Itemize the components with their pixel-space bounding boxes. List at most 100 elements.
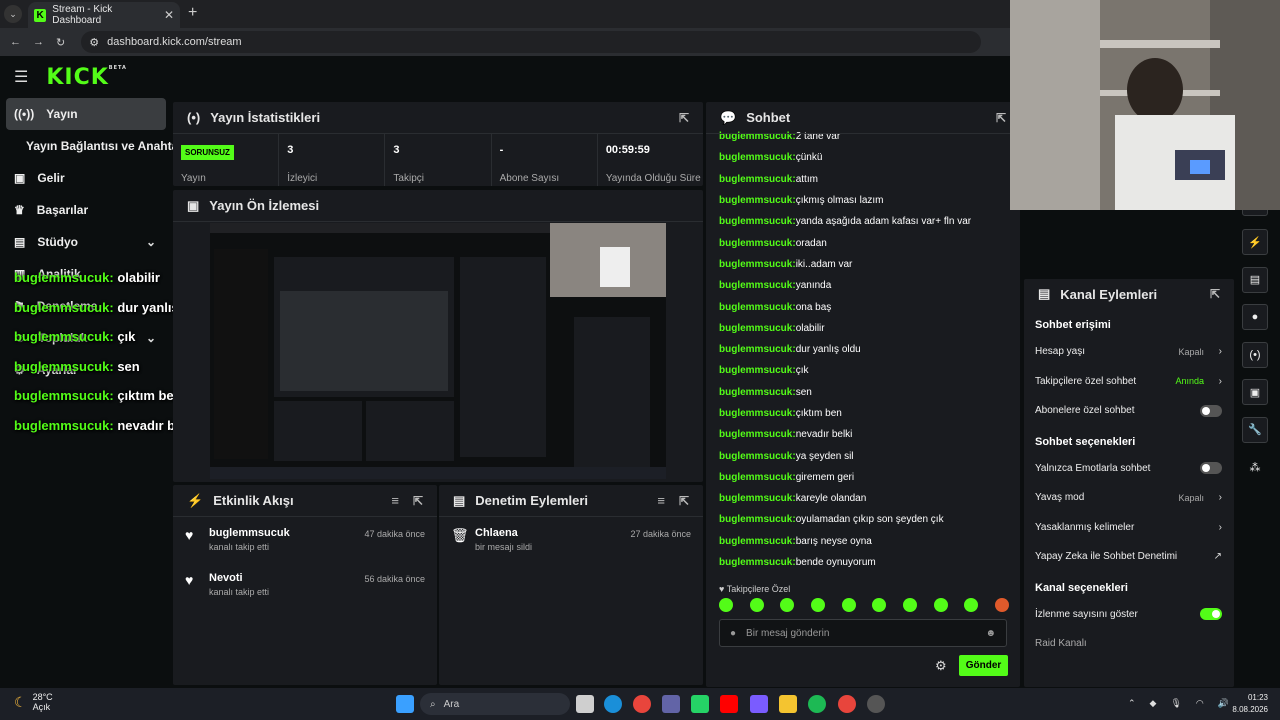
address-bar: ← → ↻ ⚙ dashboard.kick.com/stream	[0, 28, 1010, 56]
popout-icon[interactable]: ⇱	[679, 494, 689, 508]
menu-icon[interactable]: ☰	[14, 67, 28, 87]
extensions-icon[interactable]: ⁂	[1242, 454, 1268, 480]
forward-icon[interactable]: →	[33, 36, 44, 48]
subscribers-chat-row: Abonelere özel sohbet	[1024, 396, 1234, 426]
emote-icon[interactable]	[841, 598, 856, 612]
filter-icon[interactable]: ≡	[657, 493, 665, 508]
followers-only-indicator: ♥ Takipçilere Özel	[719, 584, 791, 594]
edge-icon[interactable]	[604, 695, 622, 713]
taskbar-search[interactable]: ⌕ Ara	[420, 693, 570, 715]
chat-input[interactable]: ● Bir mesaj gönderin ☻	[719, 619, 1007, 647]
emoji-icon[interactable]: ☻	[985, 628, 996, 639]
chat-message: buglemmsucuk: kareyle olandan	[719, 493, 867, 505]
moderation-actions-title: Denetim Eylemleri	[475, 493, 589, 508]
chat-message: buglemmsucuk: dur yanlış oldu	[719, 344, 861, 356]
teams-icon[interactable]	[662, 695, 680, 713]
back-icon[interactable]: ←	[10, 36, 21, 48]
start-icon[interactable]	[396, 695, 414, 713]
emote-icon[interactable]	[872, 598, 887, 612]
popout-icon[interactable]: ⇱	[996, 111, 1006, 125]
microphone-icon[interactable]: 🎙	[1170, 698, 1181, 709]
sidebar-item-achievements[interactable]: ♛ Başarılar	[0, 194, 172, 226]
emote-icon[interactable]	[810, 598, 825, 612]
heart-icon: ♥	[185, 527, 194, 543]
chat-message: buglemmsucuk: attım	[719, 173, 818, 185]
reload-icon[interactable]: ↻	[56, 36, 65, 49]
url-field[interactable]: ⚙ dashboard.kick.com/stream	[81, 31, 982, 53]
tab-title: Stream - Kick Dashboard	[52, 4, 113, 26]
sidebar-item-revenue[interactable]: ▣ Gelir	[0, 162, 172, 194]
document-icon: ▤	[453, 492, 466, 508]
app-icon[interactable]	[867, 695, 885, 713]
spotify-icon[interactable]	[808, 695, 826, 713]
subscribers-chat-toggle[interactable]	[1200, 404, 1222, 417]
lightning-icon[interactable]: ⚡	[1242, 229, 1268, 255]
chat-input-placeholder: Bir mesaj gönderin	[746, 627, 830, 639]
security-icon[interactable]: ◆	[1150, 698, 1157, 709]
emote-bar	[719, 598, 1009, 612]
copilot-icon[interactable]	[750, 695, 768, 713]
layout-icon[interactable]: ▣	[1242, 379, 1268, 405]
show-viewers-toggle[interactable]	[1200, 608, 1222, 621]
emote-icon[interactable]	[933, 598, 948, 612]
sidebar-item-stream[interactable]: ((•)) Yayın	[6, 98, 166, 130]
weather-widget[interactable]: ☾ 28°C Açık	[14, 692, 53, 712]
trash-icon: 🗑	[451, 527, 469, 543]
emote-icon[interactable]	[994, 598, 1009, 612]
emote-icon[interactable]	[719, 598, 733, 612]
popout-icon[interactable]: ⇱	[413, 494, 423, 508]
sidebar-item-studio[interactable]: ▤ Stüdyo ⌄	[0, 226, 172, 258]
chevron-up-icon[interactable]: ⌃	[1128, 698, 1136, 709]
stat-followers: 3 Takipçi	[385, 134, 492, 186]
taskbar-clock[interactable]: 01:23 8.08.2026	[1232, 692, 1268, 716]
tab-list-icon[interactable]: ⌄	[4, 5, 22, 23]
stream-preview-video[interactable]	[210, 223, 666, 479]
broadcast-icon: (•)	[187, 110, 201, 125]
revenue-icon: ▣	[14, 171, 26, 185]
channel-actions-header: ▤ Kanal Eylemleri ⇱	[1024, 279, 1234, 309]
filter-icon[interactable]: ≡	[391, 493, 399, 508]
raid-channel-row[interactable]: Raid Kanalı	[1024, 629, 1234, 659]
heart-icon: ♥	[185, 572, 194, 588]
popout-icon[interactable]: ⇱	[1210, 287, 1220, 301]
chrome-icon[interactable]	[633, 695, 651, 713]
broadcast-icon[interactable]: (•)	[1242, 341, 1268, 368]
account-age-row[interactable]: Hesap yaşı Kapalı ›	[1024, 337, 1234, 367]
chevron-right-icon: ›	[1218, 375, 1222, 387]
wifi-icon[interactable]: ◠	[1196, 698, 1204, 709]
wrench-icon[interactable]: 🔧	[1242, 416, 1268, 443]
chat-bubble-icon[interactable]: ●	[1242, 304, 1268, 330]
file-explorer-icon[interactable]	[576, 695, 594, 713]
chevron-right-icon: ›	[1218, 346, 1222, 358]
send-button[interactable]: Gönder	[959, 655, 1008, 676]
ai-moderation-row[interactable]: Yapay Zeka ile Sohbet Denetimi ↗	[1024, 542, 1234, 572]
banned-words-row[interactable]: Yasaklanmış kelimeler ›	[1024, 513, 1234, 543]
emote-only-toggle[interactable]	[1200, 462, 1222, 475]
close-tab-icon[interactable]: ✕	[164, 8, 174, 22]
site-info-icon[interactable]: ⚙	[89, 36, 99, 49]
emote-icon[interactable]	[964, 598, 979, 612]
webcam-image	[1010, 0, 1280, 210]
new-tab-icon[interactable]: +	[188, 4, 197, 22]
followers-chat-row[interactable]: Takipçilere özel sohbet Anında ›	[1024, 367, 1234, 397]
status-badge: SORUNSUZ	[181, 145, 234, 160]
chat-message: buglemmsucuk: oyulamadan çıkıp son şeyde…	[719, 514, 944, 526]
chat-settings-icon[interactable]: ⚙	[935, 658, 947, 674]
chrome-active-icon[interactable]	[838, 695, 856, 713]
emote-icon[interactable]	[780, 598, 795, 612]
volume-icon[interactable]: 🔊	[1218, 698, 1229, 709]
emote-icon[interactable]	[749, 598, 764, 612]
popout-icon[interactable]: ⇱	[679, 111, 689, 125]
system-tray: ⌃ ◆ 🎙 ◠ 🔊	[1128, 698, 1229, 709]
folder-icon[interactable]	[779, 695, 797, 713]
kick-logo[interactable]: KICKBETA	[46, 65, 127, 90]
emote-icon[interactable]	[902, 598, 917, 612]
document-icon[interactable]: ▤	[1242, 266, 1268, 293]
section-channel-options: Kanal seçenekleri	[1035, 581, 1128, 594]
slow-mode-row[interactable]: Yavaş mod Kapalı ›	[1024, 483, 1234, 513]
browser-tab[interactable]: K Stream - Kick Dashboard ✕	[28, 2, 180, 28]
chat-message: buglemmsucuk: çıkmış olması lazım	[719, 195, 884, 207]
whatsapp-icon[interactable]	[691, 695, 709, 713]
sidebar-item-stream-key[interactable]: Yayın Bağlantısı ve Anahtarı	[0, 130, 186, 162]
youtube-icon[interactable]	[720, 695, 738, 713]
